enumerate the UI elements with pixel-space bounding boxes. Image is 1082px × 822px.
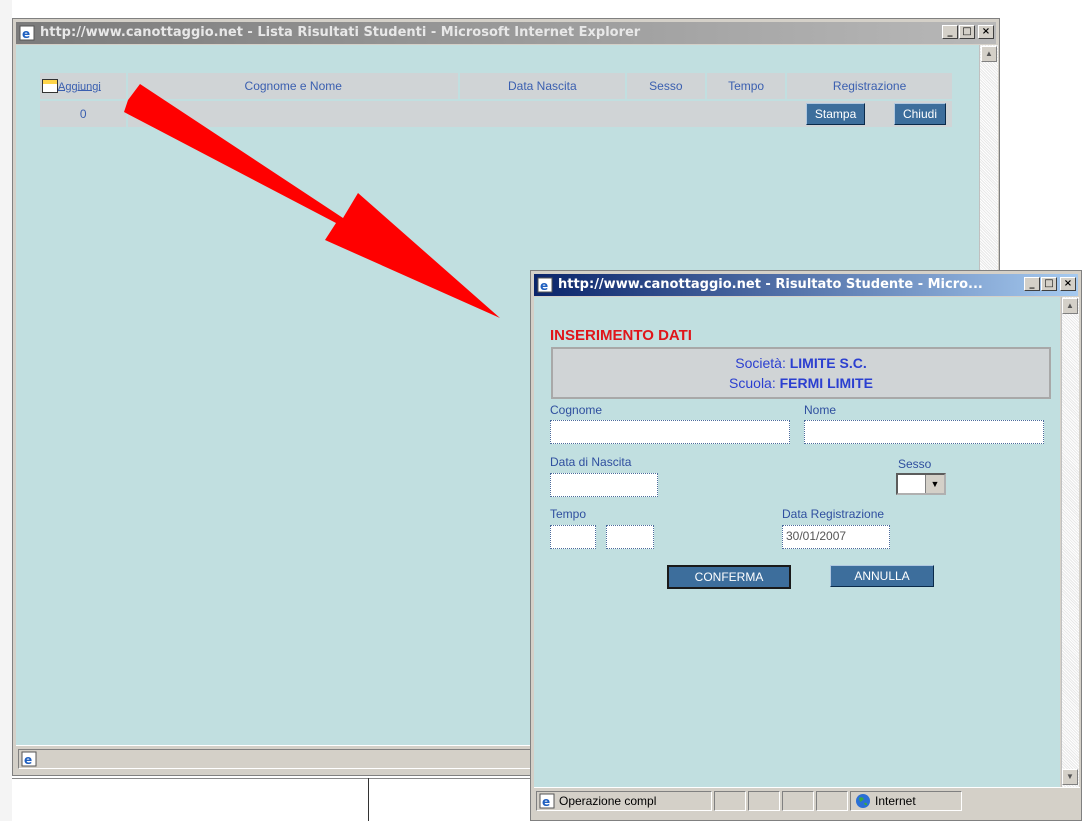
red-arrow [124, 84, 500, 318]
red-arrow-shape [124, 84, 500, 318]
